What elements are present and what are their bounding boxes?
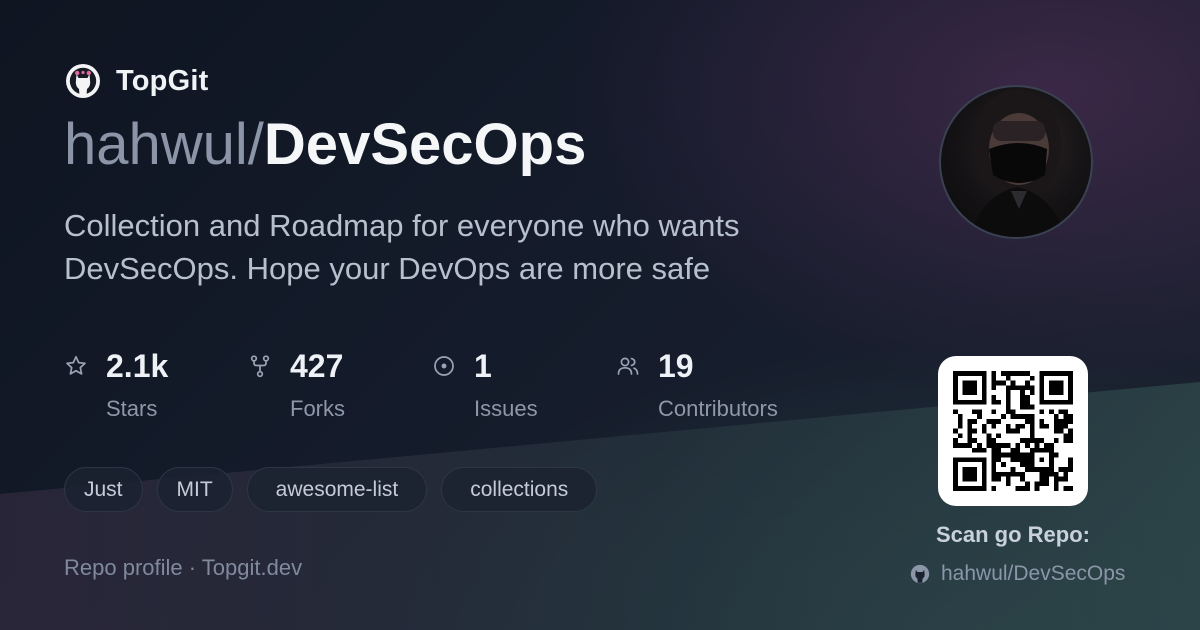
topic-tags: Just MIT awesome-list collections — [64, 467, 598, 512]
stat-label: Stars — [106, 396, 158, 421]
qr-label: Scan go Repo: — [935, 522, 1090, 547]
stat-value: 427 — [290, 348, 344, 384]
tag-chip[interactable]: Just — [64, 467, 143, 512]
stat-label: Issues — [474, 396, 538, 421]
brand-name: TopGit — [116, 64, 209, 97]
qr-image — [953, 371, 1073, 491]
repo-description: Collection and Roadmap for everyone who … — [64, 208, 740, 286]
footer-text[interactable]: Repo profile · Topgit.dev — [64, 555, 302, 581]
stat-value: 1 — [474, 348, 492, 384]
people-icon — [617, 357, 639, 375]
repo-owner: hahwul/ — [64, 112, 264, 177]
github-octocat-icon — [66, 64, 100, 98]
issue-icon — [434, 356, 454, 376]
stats-row: 2.1k Stars 427 Forks 1 Issues 19 Contrib… — [64, 346, 864, 426]
fork-icon — [250, 355, 270, 378]
repo-link[interactable]: hahwul/DevSecOps — [909, 562, 1125, 586]
repo-title[interactable]: hahwul/DevSecOps — [64, 110, 586, 180]
repo-link-text: hahwul/DevSecOps — [941, 562, 1126, 585]
stat-label: Forks — [290, 396, 345, 421]
qr-code[interactable] — [938, 356, 1088, 506]
avatar-image — [971, 89, 1065, 237]
stat-value: 2.1k — [106, 348, 169, 384]
stat-value: 19 — [658, 348, 694, 384]
stat-label: Contributors — [658, 396, 778, 421]
tag-chip[interactable]: MIT — [156, 467, 233, 512]
brand[interactable]: TopGit — [64, 62, 208, 100]
tag-chip[interactable]: collections — [441, 467, 598, 512]
repo-name: DevSecOps — [263, 112, 587, 177]
avatar[interactable] — [939, 85, 1093, 239]
github-icon — [910, 564, 930, 584]
tag-chip[interactable]: awesome-list — [246, 467, 428, 512]
star-icon — [66, 355, 86, 375]
